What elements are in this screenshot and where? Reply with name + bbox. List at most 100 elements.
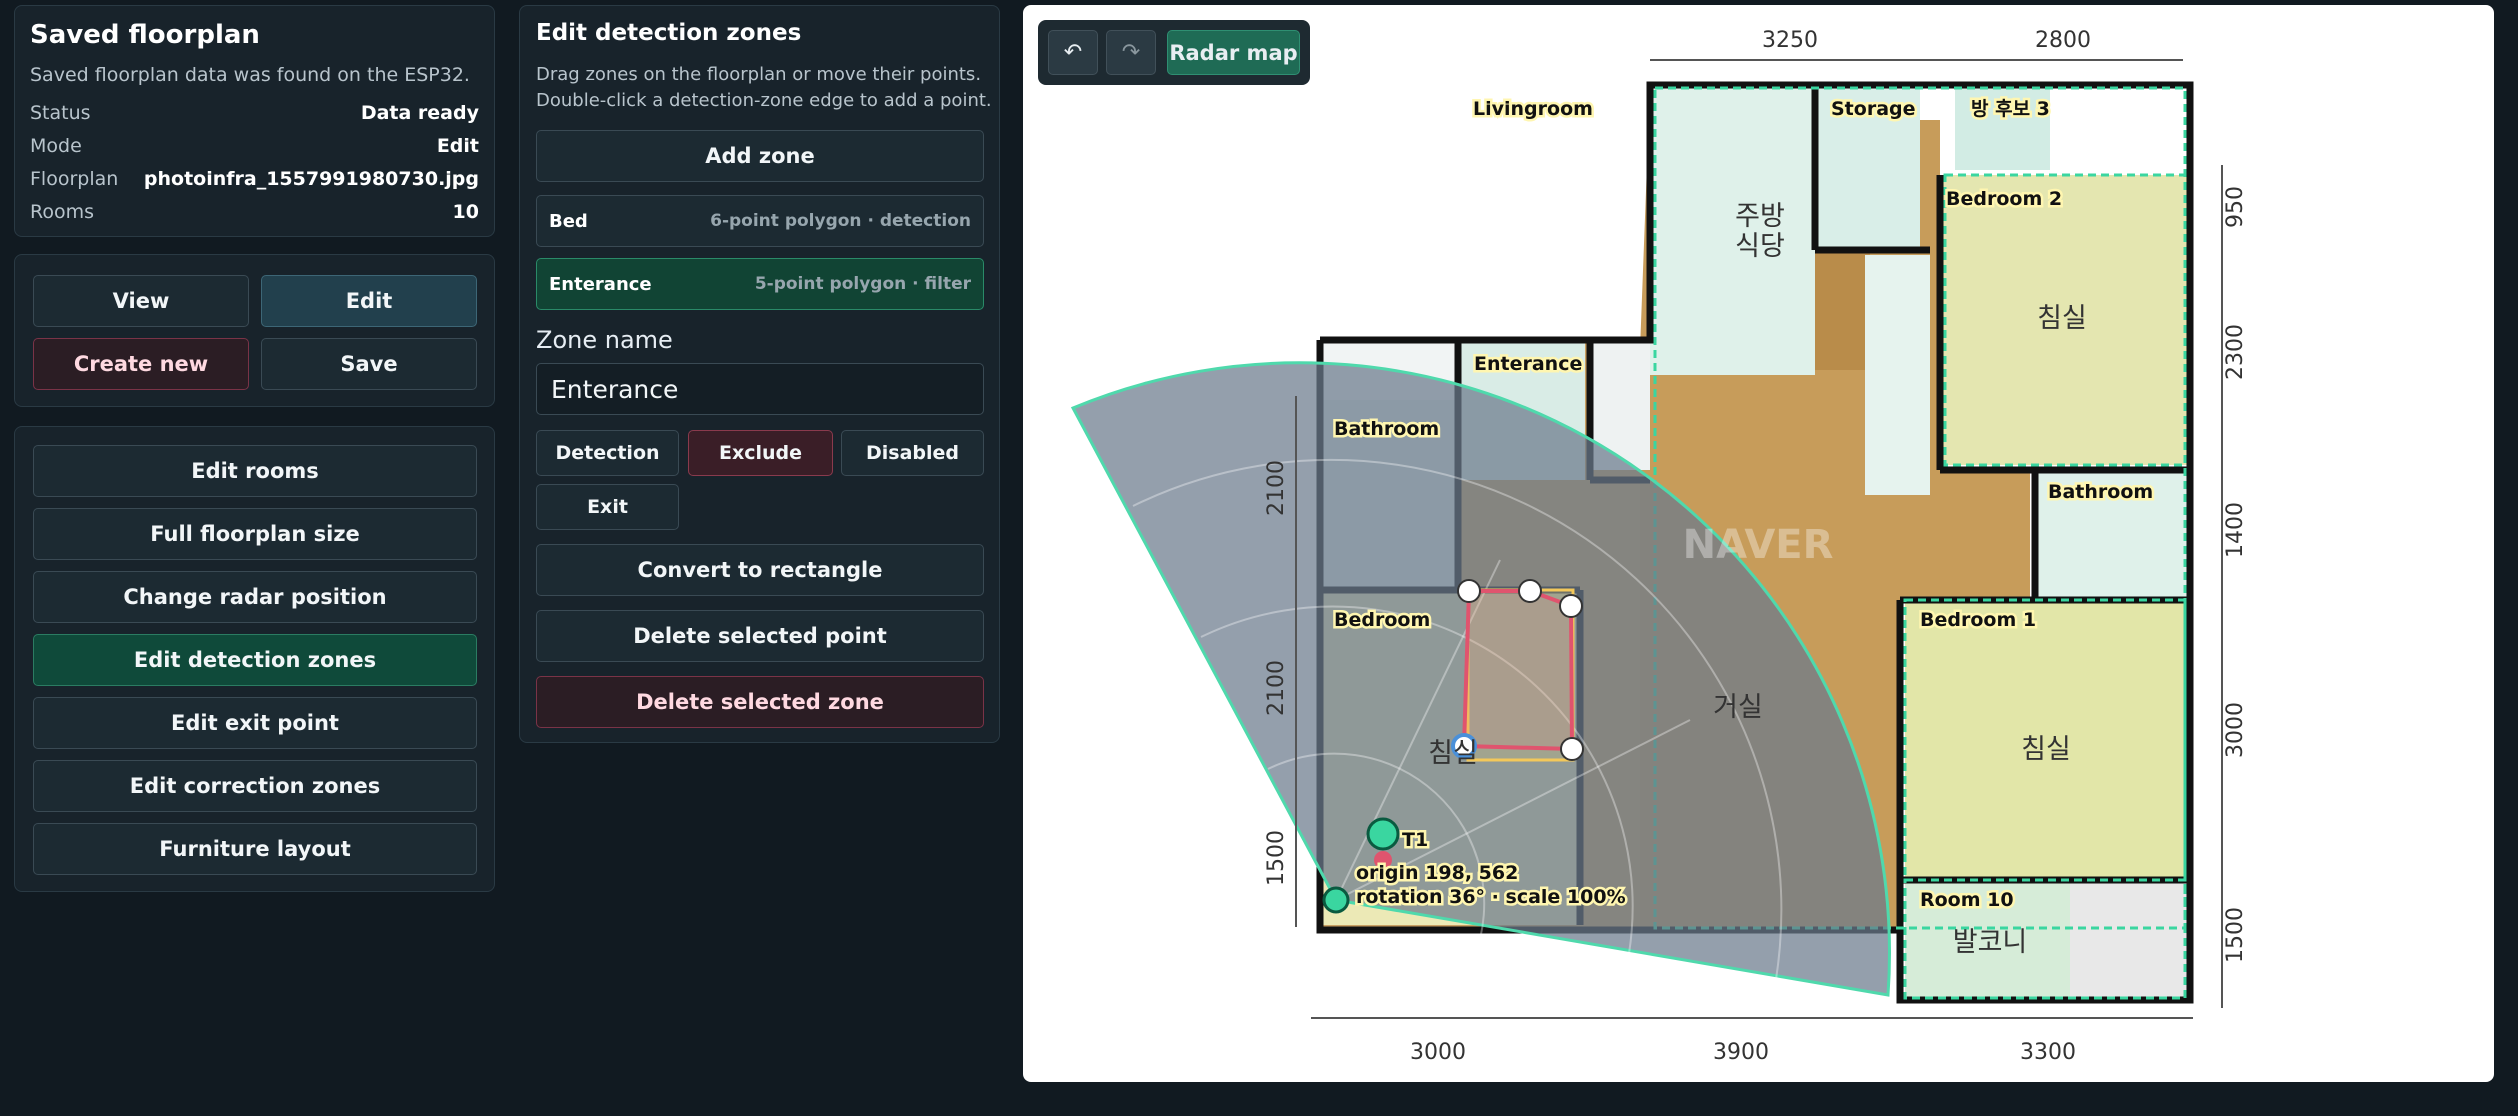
dimension-label: 1500 (1264, 830, 1289, 886)
zone-item-name: Bed (549, 210, 588, 232)
map-toolbar: ↶ ↷ Radar map (1038, 20, 1310, 85)
dimension-label: 2800 (2035, 28, 2091, 53)
plan-text: 침실 (2037, 303, 2087, 334)
zone-name-label: Zone name (536, 326, 673, 354)
convert-to-rectangle-button[interactable]: Convert to rectangle (536, 544, 984, 596)
room-label: Bedroom 1 (1920, 609, 2036, 631)
dimension-label: 2100 (1264, 660, 1289, 716)
saved-floorplan-subtitle: Saved floorplan data was found on the ES… (30, 64, 470, 86)
room-label: Bedroom (1334, 609, 1430, 631)
wardrobe (1865, 255, 1930, 495)
edit-button[interactable]: Edit (261, 275, 477, 327)
save-button[interactable]: Save (261, 338, 477, 390)
zone-point[interactable] (1518, 579, 1542, 603)
dimension-label: 3300 (2020, 1040, 2076, 1065)
zone-enterance[interactable] (1461, 589, 1575, 752)
zone-item-enterance[interactable]: Enterance 5-point polygon · filter (536, 258, 984, 310)
delete-selected-zone-button[interactable]: Delete selected zone (536, 676, 984, 728)
rooms-row: Rooms 10 (30, 201, 479, 223)
plan-text: 식당 (1735, 231, 1785, 262)
undo-button[interactable]: ↶ (1048, 30, 1098, 75)
kitchen-counter (1650, 85, 1815, 375)
saved-floorplan-title: Saved floorplan (30, 20, 260, 50)
dimension-label: 1500 (2223, 907, 2248, 963)
dimension-label: 3250 (1762, 28, 1818, 53)
room-label: Storage (1831, 98, 1916, 120)
radar-rotation-label: rotation 36° · scale 100% (1356, 886, 1626, 908)
floorplan-key: Floorplan (30, 168, 119, 190)
edit-exit-point-button[interactable]: Edit exit point (33, 697, 477, 749)
status-key: Status (30, 102, 91, 124)
plan-text: 주방 (1735, 201, 1785, 232)
plan-text: 침실 (2021, 734, 2071, 765)
saved-floorplan-panel: Saved floorplan Saved floorplan data was… (14, 5, 495, 237)
rooms-key: Rooms (30, 201, 95, 223)
dimension-label: 2300 (2223, 324, 2248, 380)
type-exit-button[interactable]: Exit (536, 484, 679, 530)
zone-name-value: Enterance (551, 374, 679, 404)
floorplan-svg[interactable]: NAVER T1 origin 198, 562 rotation 36° · … (1023, 5, 2494, 1082)
radar-target-label: T1 (1402, 829, 1428, 851)
radar-origin-label: origin 198, 562 (1356, 862, 1518, 884)
furniture-layout-button[interactable]: Furniture layout (33, 823, 477, 875)
room-label: Bathroom (1334, 418, 1439, 440)
floorplan-canvas[interactable]: NAVER T1 origin 198, 562 rotation 36° · … (1023, 5, 2494, 1082)
create-new-button[interactable]: Create new (33, 338, 249, 390)
dimension-label: 950 (2223, 186, 2248, 228)
zone-item-bed[interactable]: Bed 6-point polygon · detection (536, 195, 984, 247)
full-floorplan-size-button[interactable]: Full floorplan size (33, 508, 477, 560)
dimension-label: 3000 (2223, 702, 2248, 758)
edit-detection-zones-button[interactable]: Edit detection zones (33, 634, 477, 686)
actions-panel: View Edit Create new Save (14, 254, 495, 407)
zone-point[interactable] (1560, 737, 1584, 761)
plan-text: 거실 (1713, 692, 1763, 723)
edit-correction-zones-button[interactable]: Edit correction zones (33, 760, 477, 812)
status-row: Status Data ready (30, 102, 479, 124)
type-exclude-button[interactable]: Exclude (688, 430, 833, 476)
floorplan-value: photoinfra_1557991980730.jpg (143, 168, 479, 190)
plan-text: 발코니 (1953, 927, 2028, 958)
undo-icon: ↶ (1063, 40, 1083, 65)
radar-map-button[interactable]: Radar map (1167, 30, 1300, 75)
zone-item-detail: 5-point polygon · filter (754, 274, 971, 294)
dimension-label: 1400 (2223, 502, 2248, 558)
zone-item-name: Enterance (549, 273, 652, 295)
dimension-label: 3000 (1410, 1040, 1466, 1065)
edit-rooms-button[interactable]: Edit rooms (33, 445, 477, 497)
rooms-value: 10 (452, 201, 479, 223)
mode-key: Mode (30, 135, 82, 157)
zone-name-input[interactable]: Enterance (536, 363, 984, 415)
room-label: Livingroom (1473, 98, 1593, 120)
room-label: Bedroom 2 (1946, 188, 2062, 210)
detection-zones-title: Edit detection zones (536, 20, 802, 46)
plan-text: 침실 (1428, 738, 1478, 769)
zone-point[interactable] (1457, 579, 1481, 603)
balcony-side (2070, 880, 2190, 1000)
floorplan-row: Floorplan photoinfra_1557991980730.jpg (30, 168, 479, 190)
change-radar-position-button[interactable]: Change radar position (33, 571, 477, 623)
room-label: Bathroom (2048, 481, 2153, 503)
room-label: Enterance (1474, 353, 1582, 375)
redo-icon: ↷ (1121, 40, 1141, 65)
type-disabled-button[interactable]: Disabled (841, 430, 984, 476)
watermark: NAVER (1683, 522, 1834, 568)
status-value: Data ready (360, 102, 479, 124)
room-label: 방 후보 3 (1971, 98, 2050, 120)
detection-zones-desc-2: Double-click a detection-zone edge to ad… (536, 90, 992, 111)
dimension-label: 2100 (1264, 460, 1289, 516)
radar-origin-handle[interactable] (1322, 886, 1350, 914)
detection-zones-panel: Edit detection zones Drag zones on the f… (519, 5, 1000, 743)
editor-menu-panel: Edit rooms Full floorplan size Change ra… (14, 426, 495, 892)
dimension-label: 3900 (1713, 1040, 1769, 1065)
view-button[interactable]: View (33, 275, 249, 327)
zone-item-detail: 6-point polygon · detection (710, 211, 971, 231)
add-zone-button[interactable]: Add zone (536, 130, 984, 182)
detection-zones-desc-1: Drag zones on the floorplan or move thei… (536, 64, 982, 85)
room-label: Room 10 (1920, 889, 2014, 911)
type-detection-button[interactable]: Detection (536, 430, 679, 476)
redo-button[interactable]: ↷ (1106, 30, 1156, 75)
delete-selected-point-button[interactable]: Delete selected point (536, 610, 984, 662)
radar-target-marker[interactable] (1366, 817, 1400, 851)
zone-point[interactable] (1559, 594, 1583, 618)
mode-row: Mode Edit (30, 135, 479, 157)
